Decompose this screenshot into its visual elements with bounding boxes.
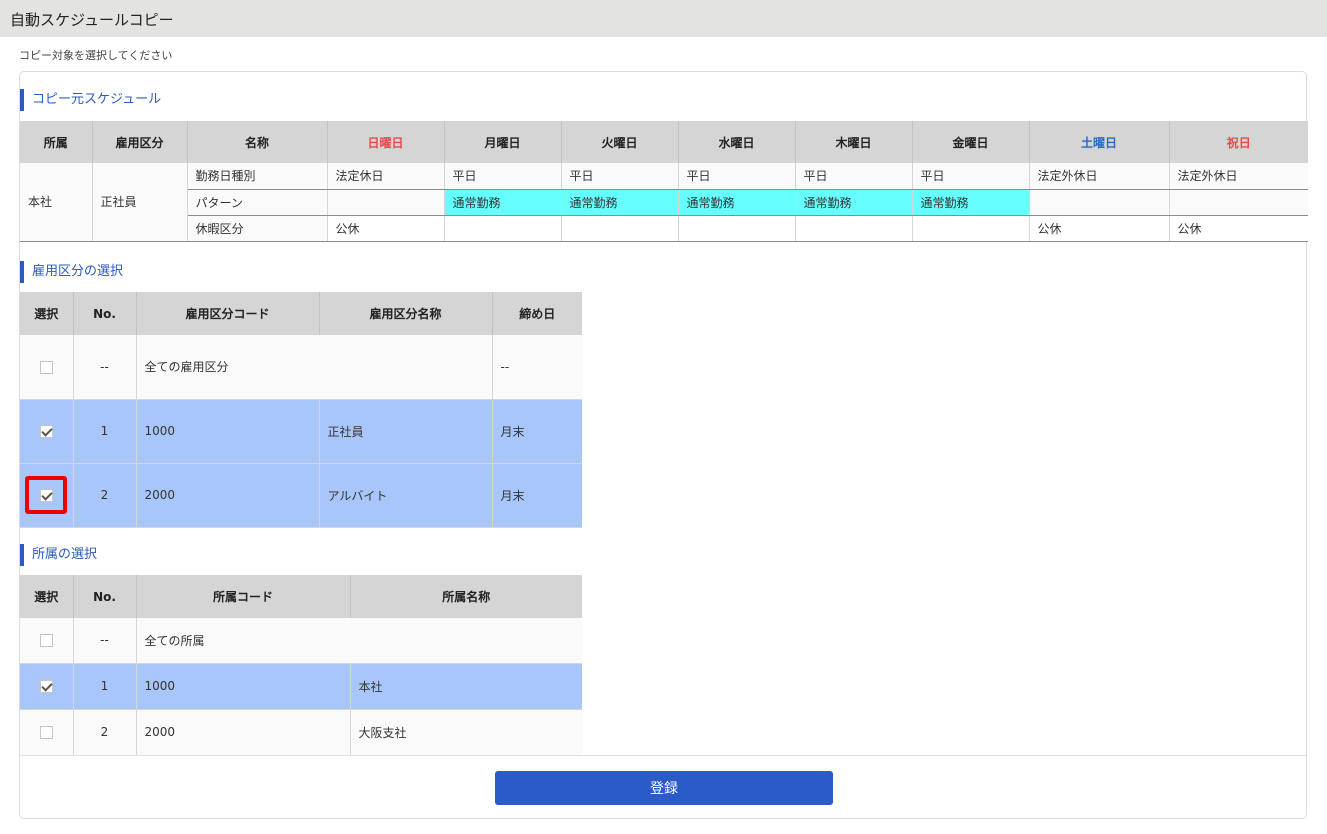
cell: 公休 xyxy=(327,215,445,242)
employment-select-table: 選択 No. 雇用区分コード 雇用区分名称 締め日 -- 全ての雇用区分 -- … xyxy=(20,292,582,528)
table-row[interactable]: 1 1000 正社員 月末 xyxy=(20,399,582,464)
row-label: 勤務日種別 xyxy=(187,163,328,190)
dept-select-title: 所属の選択 xyxy=(20,544,97,566)
all-employment-label: 全ての雇用区分 xyxy=(136,335,493,400)
source-schedule-title: コピー元スケジュール xyxy=(20,89,161,111)
col-code: 雇用区分コード xyxy=(136,292,320,335)
col-sunday: 日曜日 xyxy=(327,121,445,163)
col-monday: 月曜日 xyxy=(444,121,562,163)
all-dept-label: 全ての所属 xyxy=(136,618,582,664)
cell: 法定休日 xyxy=(327,163,445,190)
cell xyxy=(444,215,562,242)
employment-cell: 正社員 xyxy=(92,163,188,242)
cell: 通常勤務 xyxy=(444,189,562,216)
cell: 法定外休日 xyxy=(1169,163,1308,190)
col-saturday: 土曜日 xyxy=(1029,121,1170,163)
register-button[interactable]: 登録 xyxy=(495,771,833,805)
cell: 平日 xyxy=(561,163,679,190)
code-cell: 1000 xyxy=(136,399,320,464)
schedule-row-daytype: 本社 正社員 勤務日種別 法定休日 平日 平日 平日 平日 平日 法定外休日 法… xyxy=(20,163,1308,242)
dept-cell: 本社 xyxy=(20,163,93,242)
page-title: 自動スケジュールコピー xyxy=(10,11,174,29)
cell: 平日 xyxy=(912,163,1030,190)
col-name: 雇用区分名称 xyxy=(319,292,493,335)
schedule-row-pattern: パターン 通常勤務 通常勤務 通常勤務 通常勤務 通常勤務 xyxy=(20,189,1308,216)
col-name: 所属名称 xyxy=(350,575,582,618)
cell xyxy=(327,189,445,216)
schedule-row-leave: 休暇区分 公休 公休 公休 xyxy=(20,215,1308,242)
col-select: 選択 xyxy=(20,292,74,335)
cell: 通常勤務 xyxy=(561,189,679,216)
cell: 法定外休日 xyxy=(1029,163,1170,190)
title-bar: 自動スケジュールコピー xyxy=(0,0,1327,37)
cell: 平日 xyxy=(444,163,562,190)
row-checkbox[interactable] xyxy=(39,726,53,739)
cell xyxy=(678,215,796,242)
cell: 平日 xyxy=(678,163,796,190)
cell xyxy=(795,215,913,242)
employment-select-title: 雇用区分の選択 xyxy=(20,261,123,283)
cell: 通常勤務 xyxy=(795,189,913,216)
col-no: No. xyxy=(73,292,137,335)
close-day: 月末 xyxy=(492,463,582,528)
col-select: 選択 xyxy=(20,575,74,618)
col-wednesday: 水曜日 xyxy=(678,121,796,163)
cell xyxy=(912,215,1030,242)
col-code: 所属コード xyxy=(136,575,351,618)
footer-divider xyxy=(20,755,1306,756)
col-friday: 金曜日 xyxy=(912,121,1030,163)
col-no: No. xyxy=(73,575,137,618)
col-holiday: 祝日 xyxy=(1169,121,1308,163)
cell: 公休 xyxy=(1029,215,1170,242)
table-row[interactable]: 2 2000 大阪支社 xyxy=(20,709,582,756)
row-no: -- xyxy=(73,618,137,664)
code-cell: 1000 xyxy=(136,663,351,710)
cell xyxy=(1029,189,1170,216)
col-name: 名称 xyxy=(187,121,328,163)
name-cell: アルバイト xyxy=(319,463,493,528)
code-cell: 2000 xyxy=(136,463,320,528)
row-checkbox[interactable] xyxy=(39,425,53,438)
name-cell: 正社員 xyxy=(319,399,493,464)
col-dept: 所属 xyxy=(20,121,93,163)
col-employment: 雇用区分 xyxy=(92,121,188,163)
row-no: 1 xyxy=(73,399,137,464)
source-schedule-table: 所属 雇用区分 名称 日曜日 月曜日 火曜日 水曜日 木曜日 金曜日 土曜日 祝… xyxy=(20,121,1308,242)
row-label: 休暇区分 xyxy=(187,215,328,242)
table-row-all[interactable]: -- 全ての所属 xyxy=(20,618,582,664)
cell xyxy=(1169,189,1308,216)
cell: 公休 xyxy=(1169,215,1308,242)
table-row[interactable]: 2 2000 アルバイト 月末 xyxy=(20,463,582,528)
close-day: 月末 xyxy=(492,399,582,464)
row-no: 2 xyxy=(73,463,137,528)
col-thursday: 木曜日 xyxy=(795,121,913,163)
row-no: 1 xyxy=(73,663,137,710)
row-no: 2 xyxy=(73,709,137,756)
close-day: -- xyxy=(492,335,582,400)
code-cell: 2000 xyxy=(136,709,351,756)
row-checkbox[interactable] xyxy=(39,680,53,693)
select-all-employment-checkbox[interactable] xyxy=(39,360,53,374)
row-label: パターン xyxy=(187,189,328,216)
highlight-box xyxy=(25,476,68,514)
col-close: 締め日 xyxy=(492,292,582,335)
cell: 通常勤務 xyxy=(678,189,796,216)
table-row-all[interactable]: -- 全ての雇用区分 -- xyxy=(20,335,582,400)
select-all-dept-checkbox[interactable] xyxy=(39,634,53,648)
name-cell: 本社 xyxy=(350,663,582,710)
cell xyxy=(561,215,679,242)
main-card: コピー元スケジュール 所属 雇用区分 名称 日曜日 月曜日 火曜日 水曜日 木曜… xyxy=(19,71,1308,819)
row-checkbox[interactable] xyxy=(39,488,53,502)
table-row[interactable]: 1 1000 本社 xyxy=(20,663,582,710)
dept-select-table: 選択 No. 所属コード 所属名称 -- 全ての所属 1 1000 本社 2 2… xyxy=(20,575,582,756)
instruction-text: コピー対象を選択してください xyxy=(19,49,173,62)
col-tuesday: 火曜日 xyxy=(561,121,679,163)
row-no: -- xyxy=(73,335,137,400)
cell: 通常勤務 xyxy=(912,189,1030,216)
name-cell: 大阪支社 xyxy=(350,709,582,756)
cell: 平日 xyxy=(795,163,913,190)
